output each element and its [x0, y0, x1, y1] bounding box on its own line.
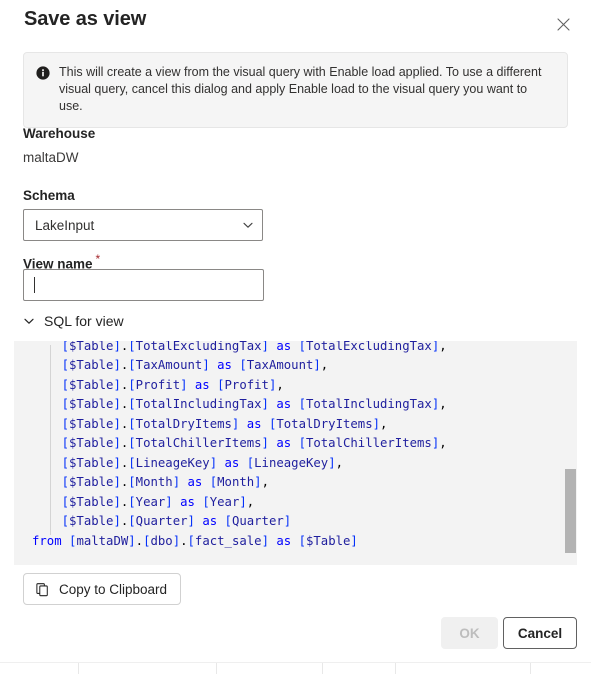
info-icon	[36, 66, 50, 80]
chevron-down-icon	[23, 315, 35, 327]
schema-label: Schema	[23, 188, 75, 203]
copy-to-clipboard-button[interactable]: Copy to Clipboard	[23, 573, 182, 605]
copy-to-clipboard-label: Copy to Clipboard	[59, 581, 168, 597]
page-title: Save as view	[24, 8, 147, 30]
required-asterisk: *	[95, 252, 101, 266]
copy-icon	[35, 582, 50, 597]
sql-code-block[interactable]: [$Table].[TotalExcludingTax] as [TotalEx…	[14, 341, 577, 565]
sql-code-viewport: [$Table].[TotalExcludingTax] as [TotalEx…	[14, 341, 577, 565]
warehouse-value: maltaDW	[23, 150, 79, 165]
view-name-input[interactable]	[23, 269, 264, 301]
ok-button[interactable]: OK	[441, 617, 498, 649]
close-icon	[556, 17, 570, 31]
sql-for-view-label: SQL for view	[44, 313, 124, 329]
info-message-text: This will create a view from the visual …	[59, 65, 542, 113]
info-message-bar: This will create a view from the visual …	[23, 52, 568, 128]
close-button[interactable]	[549, 10, 577, 38]
cancel-button[interactable]: Cancel	[503, 617, 577, 649]
background-content-strip	[0, 662, 591, 674]
sql-for-view-toggle[interactable]: SQL for view	[23, 313, 124, 329]
schema-dropdown[interactable]: LakeInput	[23, 209, 263, 241]
dialog-header: Save as view	[0, 0, 591, 46]
code-scrollbar-track[interactable]	[563, 341, 577, 565]
code-scrollbar-thumb[interactable]	[565, 469, 576, 553]
chevron-down-icon	[242, 219, 254, 231]
save-as-view-dialog: Save as view This will create a view fro…	[0, 0, 591, 674]
schema-dropdown-value: LakeInput	[35, 217, 95, 233]
sql-code-text: [$Table].[TotalExcludingTax] as [TotalEx…	[32, 341, 447, 548]
view-name-field[interactable]	[35, 277, 253, 293]
warehouse-label: Warehouse	[23, 126, 96, 141]
